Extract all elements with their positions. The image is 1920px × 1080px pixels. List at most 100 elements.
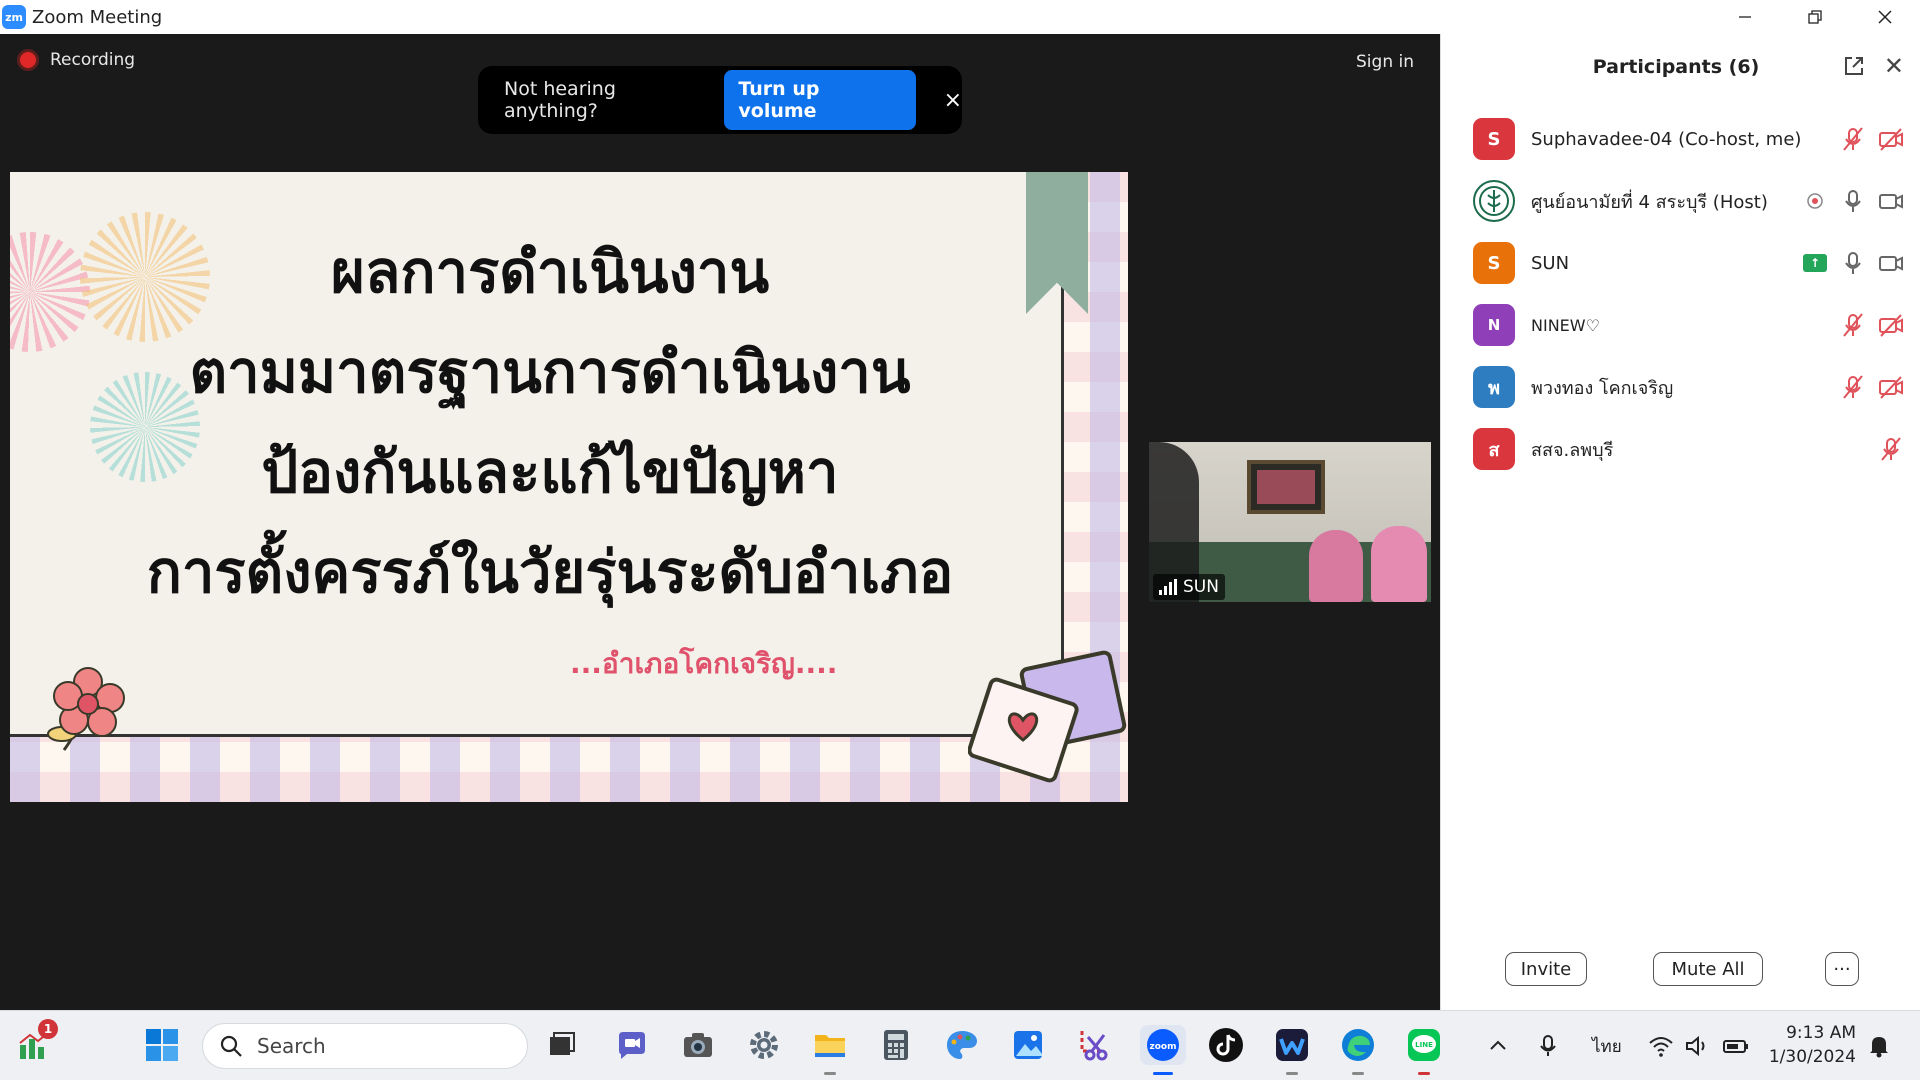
participant-row[interactable]: ศูนย์อนามัยที่ 4 สระบุรี (Host) [1441,170,1920,232]
participant-name: สสจ.ลพบุรี [1531,439,1614,461]
chevron-up-icon [1490,1040,1506,1050]
mic-muted-icon[interactable] [1877,435,1905,463]
slide-title: ผลการดำเนินงาน ตามมาตรฐานการดำเนินงาน ป้… [70,222,1030,622]
participants-footer: Invite Mute All ··· [1441,952,1920,1002]
notifications-button[interactable] [1866,1011,1892,1080]
restore-button[interactable] [1780,0,1850,34]
clock[interactable]: 9:13 AM 1/30/2024 [1769,1021,1856,1069]
wifi-icon [1649,1037,1673,1057]
signal-strength-icon [1159,579,1177,595]
participant-name: Suphavadee-04 (Co-host, me) [1531,128,1802,150]
slide-title-line: ป้องกันและแก้ไขปัญหา [261,438,839,506]
show-hidden-icons-button[interactable] [1486,1011,1510,1080]
avatar [1473,180,1515,222]
video-name-label: SUN [1153,574,1225,600]
video-off-icon[interactable] [1877,125,1905,153]
close-window-button[interactable] [1850,0,1920,34]
camera-icon [684,1033,712,1057]
turn-up-volume-button[interactable]: Turn up volume [724,70,916,130]
video-person [1309,530,1363,602]
zoom-logo-icon: zm [2,5,26,29]
participant-name: ศูนย์อนามัยที่ 4 สระบุรี (Host) [1531,191,1768,213]
window-titlebar: zm Zoom Meeting [0,0,1920,34]
widgets-button[interactable]: 1 [14,1019,58,1065]
participant-row[interactable]: พ พวงทอง โคกเจริญ [1441,356,1920,418]
participants-title: Participants (6) [1592,56,1760,78]
recording-status-icon [1807,193,1823,209]
start-button[interactable] [142,1025,182,1065]
speaker-icon [1686,1035,1705,1057]
recording-label: Recording [50,50,136,70]
bell-icon [1870,1037,1888,1058]
chat-icon [619,1032,645,1059]
participant-row[interactable]: ส สสจ.ลพบุรี [1441,418,1920,480]
photos-icon [1014,1031,1042,1059]
camera-app-button[interactable] [678,1025,718,1065]
mute-all-button[interactable]: Mute All [1653,952,1763,986]
avatar: ส [1473,428,1515,470]
minimize-button[interactable] [1710,0,1780,34]
avatar: N [1473,304,1515,346]
video-off-icon[interactable] [1877,373,1905,401]
volume-button[interactable] [1684,1011,1710,1080]
mic-icon[interactable] [1839,249,1867,277]
task-view-icon [550,1032,575,1055]
battery-icon [1723,1040,1748,1053]
photos-app-button[interactable] [1008,1025,1048,1065]
gear-icon [750,1031,778,1059]
network-button[interactable] [1648,1011,1674,1080]
folder-icon [815,1035,845,1057]
teams-chat-button[interactable] [612,1025,652,1065]
video-name: SUN [1183,577,1219,597]
video-off-icon[interactable] [1877,311,1905,339]
running-indicator [1286,1072,1298,1075]
microphone-tray-button[interactable] [1536,1011,1560,1080]
slide-card: ผลการดำเนินงาน ตามมาตรฐานการดำเนินงาน ป้… [10,172,1064,737]
mic-muted-icon[interactable] [1839,311,1867,339]
avatar: S [1473,118,1515,160]
close-panel-button[interactable]: ✕ [1884,52,1904,80]
calculator-button[interactable] [876,1025,916,1065]
paint-app-button[interactable] [942,1025,982,1065]
recording-dot-icon [20,52,36,68]
moph-logo-icon [1479,186,1509,216]
participant-name: NINEW♡ [1531,315,1600,335]
video-person [1371,526,1427,602]
mic-muted-icon[interactable] [1839,125,1867,153]
video-tile-sun[interactable]: SUN [1149,442,1431,602]
toast-close-button[interactable]: × [944,88,962,113]
participant-row[interactable]: S Suphavadee-04 (Co-host, me) [1441,108,1920,170]
search-icon [220,1035,242,1057]
snipping-tool-button[interactable] [1074,1025,1114,1065]
video-icon[interactable] [1877,249,1905,277]
mic-icon[interactable] [1839,187,1867,215]
edge-browser-button[interactable] [1338,1025,1378,1075]
microphone-icon [1540,1035,1556,1056]
running-indicator [824,1072,836,1075]
sign-in-button[interactable]: Sign in [1348,48,1422,76]
language-indicator[interactable]: ไทย [1592,1011,1622,1080]
participant-row[interactable]: N NINEW♡ [1441,294,1920,356]
taskbar-search[interactable]: Search [202,1023,528,1069]
participant-list: S Suphavadee-04 (Co-host, me) ศูนย์อนามั… [1441,108,1920,480]
notification-badge: 1 [38,1019,58,1039]
running-indicator [1352,1072,1364,1075]
recording-indicator[interactable]: Recording [20,50,135,70]
tiktok-app-button[interactable] [1206,1025,1246,1065]
mic-muted-icon[interactable] [1839,373,1867,401]
file-explorer-button[interactable] [810,1025,850,1075]
invite-button[interactable]: Invite [1505,952,1587,986]
app-button[interactable] [1272,1025,1312,1075]
zoom-app-button[interactable]: zoom [1140,1025,1186,1075]
video-icon[interactable] [1877,187,1905,215]
popout-icon[interactable] [1842,54,1866,78]
participant-row[interactable]: S SUN ↑ [1441,232,1920,294]
settings-button[interactable] [744,1025,784,1065]
battery-button[interactable] [1722,1011,1750,1080]
task-view-button[interactable] [542,1025,582,1065]
shared-screen: ผลการดำเนินงาน ตามมาตรฐานการดำเนินงาน ป้… [10,172,1128,802]
slide-subtitle: ...อำเภอโคกเจริญ.... [570,647,838,680]
line-app-button[interactable]: LINE [1404,1025,1444,1075]
tiktok-icon [1209,1028,1243,1062]
more-options-button[interactable]: ··· [1825,952,1859,986]
